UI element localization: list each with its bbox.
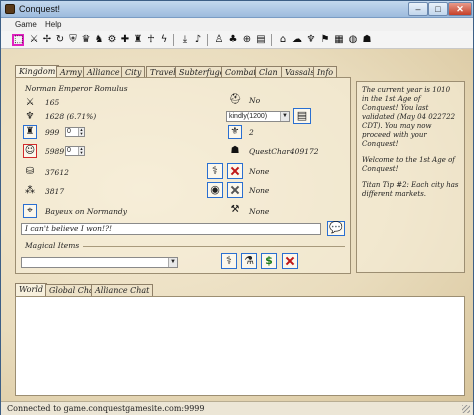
toolbar-separator: [173, 34, 174, 46]
sword-icon: ⚔: [25, 97, 35, 108]
none-value-3: None: [249, 207, 270, 216]
remove-button-2[interactable]: [227, 182, 243, 198]
message-input[interactable]: I can't believe I won!?!: [21, 223, 321, 235]
spin-arrows-icon[interactable]: ▲ ▼: [78, 147, 84, 155]
menu-game[interactable]: Game: [15, 20, 37, 29]
horse-icon[interactable]: ♞: [93, 34, 105, 46]
target-icon[interactable]: ⊕: [241, 34, 253, 46]
down-arrow-icon[interactable]: ⤓: [179, 34, 191, 46]
news-panel: The current year is 1010 in the 1st Age …: [356, 81, 465, 273]
crown-icon[interactable]: ♛: [80, 34, 92, 46]
buildings-spinbox[interactable]: 0 ▲ ▼: [65, 127, 85, 137]
dome-icon[interactable]: ⌂: [277, 34, 289, 46]
globe-icon[interactable]: ◍: [347, 34, 359, 46]
buildings-value: 999: [45, 128, 60, 137]
refresh-icon[interactable]: ↻: [54, 34, 66, 46]
buildings-spin-value: 0: [67, 128, 71, 135]
tab-world[interactable]: World: [15, 283, 47, 296]
clan-count: 2: [249, 128, 254, 137]
select-icon[interactable]: ⬚: [12, 34, 24, 46]
palm-icon[interactable]: ♆: [305, 34, 317, 46]
close-button[interactable]: ✕: [448, 2, 472, 16]
lightning-icon[interactable]: ϟ: [158, 34, 170, 46]
horn-icon: ⚒: [230, 204, 240, 215]
speech-bubble-button[interactable]: 💬: [327, 221, 345, 236]
connection-status: Connected to game.conquestgamesite.com:9…: [7, 404, 205, 413]
war-status: No: [249, 96, 261, 105]
chevron-down-icon[interactable]: ▼: [168, 258, 177, 267]
maximize-button[interactable]: □: [428, 2, 448, 16]
sell-button[interactable]: $: [261, 253, 277, 269]
status-bar: Connected to game.conquestgamesite.com:9…: [1, 401, 473, 415]
none-value-1: None: [249, 167, 270, 176]
discard-button[interactable]: [282, 253, 298, 269]
coins-icon: ⁂: [25, 185, 35, 196]
app-window: Conquest! – □ ✕ Game Help ⬚ ⚔ ✢ ↻ ⛨ ♛ ♞ …: [0, 0, 474, 415]
wizard-icon[interactable]: ☗: [361, 34, 373, 46]
castle-icon[interactable]: ♜: [23, 125, 37, 139]
gears-icon[interactable]: ⚙: [106, 34, 118, 46]
use-item-button[interactable]: ⚕: [221, 253, 237, 269]
app-icon: [5, 4, 15, 14]
book-icon[interactable]: ▤: [255, 34, 267, 46]
tree-icon[interactable]: ♣: [227, 34, 239, 46]
resize-grip-icon[interactable]: [462, 405, 470, 413]
magical-items-title: Magical Items: [25, 241, 80, 250]
window-title: Conquest!: [19, 4, 61, 14]
tab-alliance-chat[interactable]: Alliance Chat: [91, 284, 154, 296]
chat-panel[interactable]: [15, 296, 465, 396]
chess-icon[interactable]: ▦: [333, 34, 345, 46]
chevron-down-icon[interactable]: ▼: [280, 112, 289, 121]
book-button[interactable]: ▤: [293, 108, 311, 124]
clan-icon[interactable]: ⚜: [228, 125, 242, 139]
music-icon[interactable]: ♪: [192, 34, 204, 46]
news-item: The current year is 1010 in the 1st Age …: [362, 86, 456, 148]
ruler-title: Norman Emperor Romulus: [25, 84, 128, 93]
map-icon[interactable]: ⌖: [23, 204, 37, 218]
stone-value: 37612: [45, 168, 69, 177]
spin-arrows-icon[interactable]: ▲ ▼: [78, 128, 84, 136]
ally-name: QuestChar409172: [249, 147, 319, 156]
castle-icon[interactable]: ♜: [132, 34, 144, 46]
toolbar-separator: [207, 34, 208, 46]
barrel-icon: ⛁: [25, 166, 35, 177]
capital-value: Bayeux on Normandy: [45, 207, 127, 216]
helmet-icon: ⛑: [228, 94, 242, 105]
land-icon: ♆: [25, 111, 35, 122]
monk-icon[interactable]: ☥: [145, 34, 157, 46]
wizard-icon: ☗: [230, 145, 240, 156]
attitude-select-value: kindly(1200): [229, 113, 268, 120]
figure-icon[interactable]: ♙: [213, 34, 225, 46]
flag-icon[interactable]: ⚑: [319, 34, 331, 46]
cross-icon[interactable]: ✚: [119, 34, 131, 46]
minimize-button[interactable]: –: [408, 2, 428, 16]
toolbar: ⬚ ⚔ ✢ ↻ ⛨ ♛ ♞ ⚙ ✚ ♜ ☥ ϟ ⤓ ♪ ♙ ♣ ⊕ ▤ ⌂ ☁ …: [1, 31, 473, 49]
cloud-icon[interactable]: ☁: [291, 34, 303, 46]
gold-value: 5989: [45, 147, 65, 156]
menu-help[interactable]: Help: [45, 20, 61, 29]
land-value: 1628 (6.71%): [45, 112, 97, 121]
toolbar-separator: [271, 34, 272, 46]
peasant-icon[interactable]: ☺: [23, 144, 37, 158]
magical-items-select[interactable]: ▼: [21, 257, 178, 268]
groupbox-divider: [83, 246, 345, 247]
sword-icon[interactable]: ⚔: [28, 34, 40, 46]
news-item: Titan Tip #2: Each city has different ma…: [362, 181, 459, 198]
level-value: 165: [45, 98, 60, 107]
none-value-2: None: [249, 186, 270, 195]
compass-icon[interactable]: ✢: [41, 34, 53, 46]
remove-button-1[interactable]: [227, 163, 243, 179]
menu-bar: Game Help: [1, 18, 473, 31]
title-bar: Conquest! – □ ✕: [1, 1, 473, 18]
crystal-button[interactable]: ⚗: [241, 253, 257, 269]
news-item: Welcome to the 1st Age of Conquest!: [362, 156, 455, 173]
gold-spin-value: 0: [67, 147, 71, 154]
dagger-button[interactable]: ⚕: [207, 163, 223, 179]
shield-icon[interactable]: ⛨: [67, 34, 79, 46]
attitude-select[interactable]: kindly(1200) ▼: [226, 111, 290, 122]
eye-button[interactable]: ◉: [207, 182, 223, 198]
food-value: 3817: [45, 187, 65, 196]
gold-spinbox[interactable]: 0 ▲ ▼: [65, 146, 85, 156]
